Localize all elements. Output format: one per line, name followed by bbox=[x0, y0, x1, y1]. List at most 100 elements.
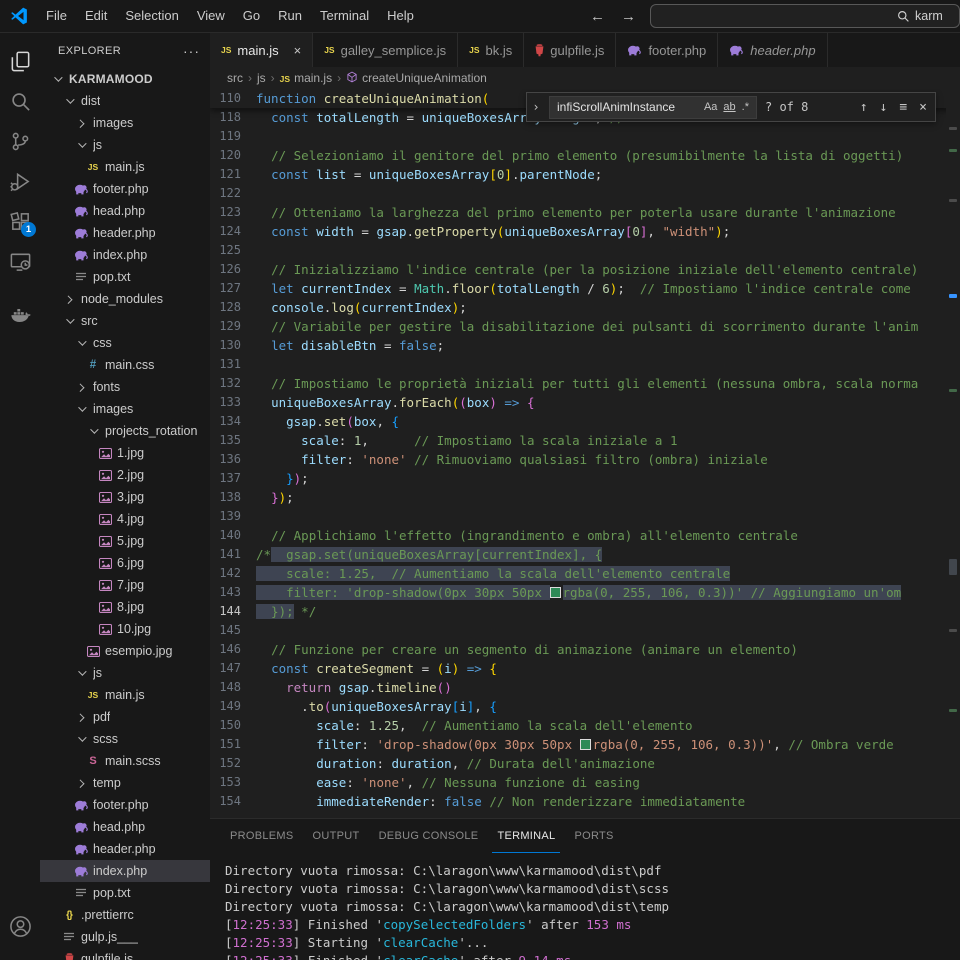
panel-tab-output[interactable]: OUTPUT bbox=[308, 819, 365, 853]
code-line-150[interactable]: 150 scale: 1.25, // Aumentiamo la scala … bbox=[210, 716, 960, 735]
tab-gulpfile-js[interactable]: gulpfile.js bbox=[524, 33, 616, 67]
match-case-icon[interactable]: Aa bbox=[701, 101, 720, 113]
tree-item-head-php[interactable]: head.php bbox=[40, 200, 210, 222]
code-line-148[interactable]: 148 return gsap.timeline() bbox=[210, 678, 960, 697]
code-line-132[interactable]: 132 // Impostiamo le proprietà iniziali … bbox=[210, 374, 960, 393]
tree-item-footer-php[interactable]: footer.php bbox=[40, 794, 210, 816]
tree-item-fonts[interactable]: fonts bbox=[40, 376, 210, 398]
code-line-134[interactable]: 134 gsap.set(box, { bbox=[210, 412, 960, 431]
code-line-143[interactable]: 143 filter: 'drop-shadow(0px 30px 50px r… bbox=[210, 583, 960, 602]
code-line-145[interactable]: 145 bbox=[210, 621, 960, 640]
tree-item-karmamood[interactable]: KARMAMOOD bbox=[40, 68, 210, 90]
code-line-152[interactable]: 152 duration: duration, // Durata dell'a… bbox=[210, 754, 960, 773]
code-line-127[interactable]: 127 let currentIndex = Math.floor(totalL… bbox=[210, 279, 960, 298]
breadcrumb-createuniqueanimation[interactable]: createUniqueAnimation bbox=[346, 71, 487, 86]
close-tab-icon[interactable]: × bbox=[294, 43, 302, 58]
code-line-138[interactable]: 138 }); bbox=[210, 488, 960, 507]
tree-item-scss[interactable]: scss bbox=[40, 728, 210, 750]
nav-forward-icon[interactable]: → bbox=[621, 8, 636, 25]
code-editor[interactable]: 110function createUniqueAnimation( 118 c… bbox=[210, 89, 960, 818]
next-match-icon[interactable]: ↓ bbox=[880, 100, 888, 115]
tree-item-6-jpg[interactable]: 6.jpg bbox=[40, 552, 210, 574]
code-line-121[interactable]: 121 const list = uniqueBoxesArray[0].par… bbox=[210, 165, 960, 184]
previous-match-icon[interactable]: ↑ bbox=[860, 100, 868, 115]
tree-item-images[interactable]: images bbox=[40, 112, 210, 134]
code-line-144[interactable]: 144 }); */ bbox=[210, 602, 960, 621]
code-line-128[interactable]: 128 console.log(currentIndex); bbox=[210, 298, 960, 317]
code-line-139[interactable]: 139 bbox=[210, 507, 960, 526]
tree-item-prettierrc[interactable]: {}.prettierrc bbox=[40, 904, 210, 926]
extensions-icon[interactable]: 1 bbox=[0, 201, 40, 241]
tree-item-5-jpg[interactable]: 5.jpg bbox=[40, 530, 210, 552]
code-line-142[interactable]: 142 scale: 1.25, // Aumentiamo la scala … bbox=[210, 564, 960, 583]
find-in-selection-icon[interactable]: ≡ bbox=[899, 100, 907, 115]
menu-selection[interactable]: Selection bbox=[116, 5, 187, 27]
tree-item-js[interactable]: js bbox=[40, 134, 210, 156]
panel-tab-terminal[interactable]: TERMINAL bbox=[492, 819, 560, 853]
code-line-136[interactable]: 136 filter: 'none' // Rimuoviamo qualsia… bbox=[210, 450, 960, 469]
tree-item-dist[interactable]: dist bbox=[40, 90, 210, 112]
tab-main-js[interactable]: JSmain.js× bbox=[210, 33, 313, 67]
breadcrumb-src[interactable]: src bbox=[227, 71, 243, 85]
tree-item-10-jpg[interactable]: 10.jpg bbox=[40, 618, 210, 640]
breadcrumb-js[interactable]: js bbox=[257, 71, 266, 85]
code-line-133[interactable]: 133 uniqueBoxesArray.forEach((box) => { bbox=[210, 393, 960, 412]
panel-tab-problems[interactable]: PROBLEMS bbox=[225, 819, 299, 853]
menu-view[interactable]: View bbox=[188, 5, 234, 27]
code-line-126[interactable]: 126 // Inizializziamo l'indice centrale … bbox=[210, 260, 960, 279]
menu-run[interactable]: Run bbox=[269, 5, 311, 27]
whole-word-icon[interactable]: ab bbox=[720, 101, 738, 113]
tree-item-2-jpg[interactable]: 2.jpg bbox=[40, 464, 210, 486]
tree-item-3-jpg[interactable]: 3.jpg bbox=[40, 486, 210, 508]
command-center-search[interactable]: karm bbox=[650, 4, 960, 28]
explorer-icon[interactable] bbox=[0, 41, 40, 81]
live-preview-icon[interactable] bbox=[0, 241, 40, 281]
code-line-141[interactable]: 141/* gsap.set(uniqueBoxesArray[currentI… bbox=[210, 545, 960, 564]
tree-item-pop-txt[interactable]: pop.txt bbox=[40, 266, 210, 288]
code-line-125[interactable]: 125 bbox=[210, 241, 960, 260]
tree-item-footer-php[interactable]: footer.php bbox=[40, 178, 210, 200]
tree-item-main-js[interactable]: JSmain.js bbox=[40, 684, 210, 706]
tab-bk-js[interactable]: JSbk.js bbox=[458, 33, 524, 67]
panel-tab-debug-console[interactable]: DEBUG CONSOLE bbox=[374, 819, 484, 853]
code-line-154[interactable]: 154 immediateRender: false // Non render… bbox=[210, 792, 960, 811]
code-line-140[interactable]: 140 // Applichiamo l'effetto (ingrandime… bbox=[210, 526, 960, 545]
tree-item-projects-rotation[interactable]: projects_rotation bbox=[40, 420, 210, 442]
code-line-129[interactable]: 129 // Variabile per gestire la disabili… bbox=[210, 317, 960, 336]
tree-item-1-jpg[interactable]: 1.jpg bbox=[40, 442, 210, 464]
code-line-147[interactable]: 147 const createSegment = (i) => { bbox=[210, 659, 960, 678]
nav-back-icon[interactable]: ← bbox=[590, 8, 605, 25]
tree-item-pop-txt[interactable]: pop.txt bbox=[40, 882, 210, 904]
code-line-131[interactable]: 131 bbox=[210, 355, 960, 374]
code-line-123[interactable]: 123 // Otteniamo la larghezza del primo … bbox=[210, 203, 960, 222]
tree-item-js[interactable]: js bbox=[40, 662, 210, 684]
code-line-120[interactable]: 120 // Selezioniamo il genitore del prim… bbox=[210, 146, 960, 165]
menu-terminal[interactable]: Terminal bbox=[311, 5, 378, 27]
tab-galley-semplice-js[interactable]: JSgalley_semplice.js bbox=[313, 33, 458, 67]
tree-item-main-js[interactable]: JSmain.js bbox=[40, 156, 210, 178]
explorer-more-actions-icon[interactable]: ··· bbox=[183, 43, 200, 59]
tree-item-gulpfile-js[interactable]: gulpfile.js bbox=[40, 948, 210, 960]
tree-item-head-php[interactable]: head.php bbox=[40, 816, 210, 838]
menu-go[interactable]: Go bbox=[234, 5, 269, 27]
minimap[interactable] bbox=[946, 89, 960, 818]
tab-header-php[interactable]: header.php bbox=[718, 33, 827, 67]
tab-footer-php[interactable]: footer.php bbox=[616, 33, 718, 67]
code-line-146[interactable]: 146 // Funzione per creare un segmento d… bbox=[210, 640, 960, 659]
code-line-122[interactable]: 122 bbox=[210, 184, 960, 203]
run-debug-icon[interactable] bbox=[0, 161, 40, 201]
code-line-149[interactable]: 149 .to(uniqueBoxesArray[i], { bbox=[210, 697, 960, 716]
code-line-124[interactable]: 124 const width = gsap.getProperty(uniqu… bbox=[210, 222, 960, 241]
menu-edit[interactable]: Edit bbox=[76, 5, 116, 27]
tree-item-main-scss[interactable]: Smain.scss bbox=[40, 750, 210, 772]
toggle-replace-icon[interactable]: › bbox=[531, 100, 541, 114]
tree-item-pdf[interactable]: pdf bbox=[40, 706, 210, 728]
tree-item-temp[interactable]: temp bbox=[40, 772, 210, 794]
breadcrumb-main-js[interactable]: JSmain.js bbox=[280, 71, 332, 85]
code-line-151[interactable]: 151 filter: 'drop-shadow(0px 30px 50px r… bbox=[210, 735, 960, 754]
panel-tab-ports[interactable]: PORTS bbox=[569, 819, 618, 853]
tree-item-esempio-jpg[interactable]: esempio.jpg bbox=[40, 640, 210, 662]
tree-item-index-php[interactable]: index.php bbox=[40, 860, 210, 882]
tree-item-src[interactable]: src bbox=[40, 310, 210, 332]
code-line-130[interactable]: 130 let disableBtn = false; bbox=[210, 336, 960, 355]
